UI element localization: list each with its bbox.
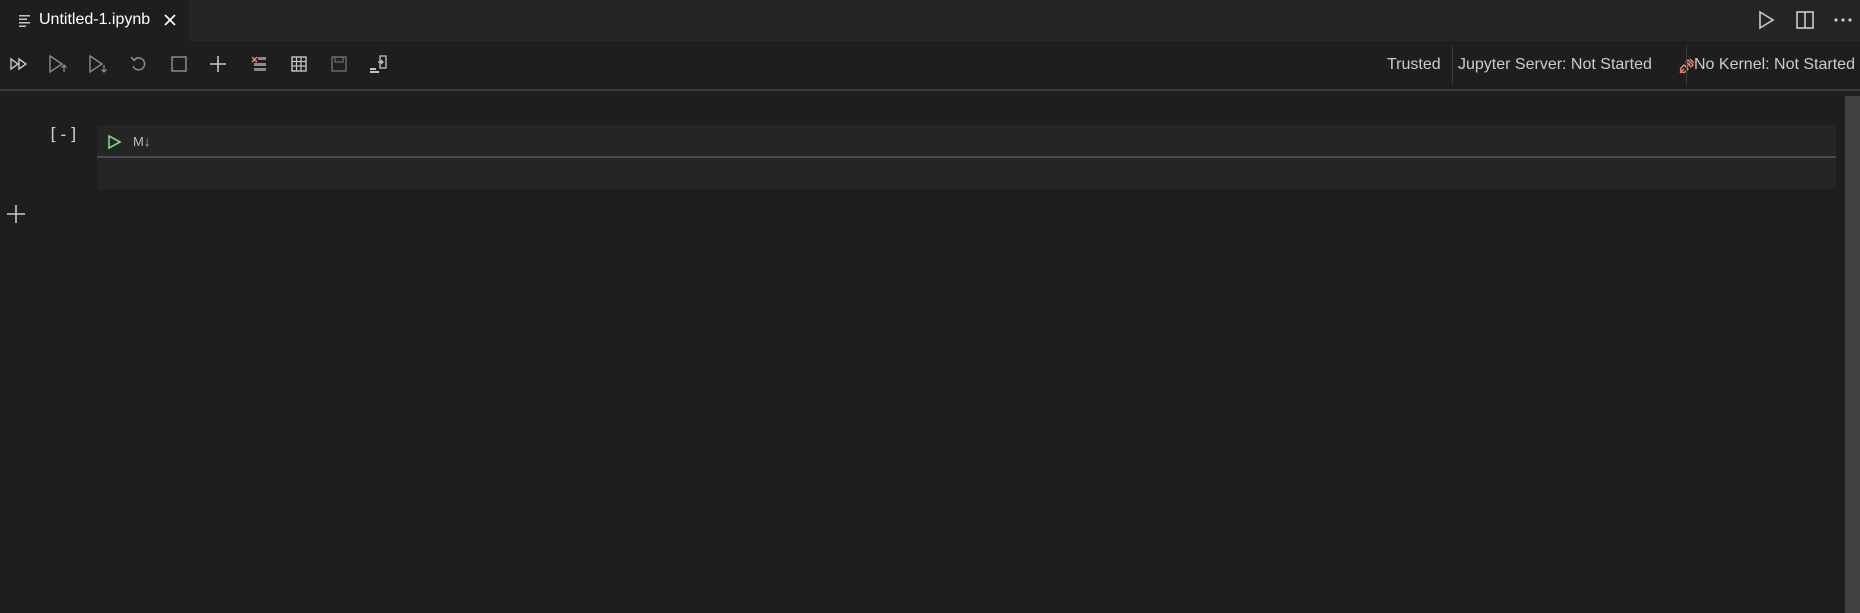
- more-actions-icon[interactable]: [1831, 8, 1855, 32]
- split-editor-icon[interactable]: [1793, 8, 1817, 32]
- run-icon[interactable]: [1754, 8, 1778, 32]
- editor-tab-bar: Untitled-1.ipynb: [0, 0, 1860, 41]
- toolbar-divider: [1686, 45, 1687, 85]
- markdown-cell[interactable]: M↓: [97, 125, 1836, 189]
- cell-editor[interactable]: [97, 158, 1836, 189]
- toolbar-divider: [1452, 45, 1453, 85]
- run-all-icon[interactable]: [8, 53, 30, 75]
- trusted-status[interactable]: Trusted: [1387, 56, 1441, 74]
- markdown-cell-type-label[interactable]: M↓: [133, 134, 150, 149]
- jupyter-server-status[interactable]: Jupyter Server: Not Started: [1458, 56, 1652, 74]
- add-cell-icon[interactable]: [207, 53, 229, 75]
- run-above-icon[interactable]: [47, 53, 69, 75]
- close-icon[interactable]: [160, 10, 180, 30]
- export-icon[interactable]: [368, 53, 390, 75]
- tab-untitled-notebook[interactable]: Untitled-1.ipynb: [0, 0, 189, 41]
- add-cell-icon[interactable]: [5, 203, 27, 225]
- restart-kernel-icon[interactable]: [128, 53, 150, 75]
- interrupt-kernel-icon[interactable]: [168, 53, 190, 75]
- notebook-file-icon: [19, 15, 30, 27]
- variables-icon[interactable]: [288, 53, 310, 75]
- scrollbar-thumb[interactable]: [1845, 96, 1860, 613]
- notebook-toolbar: Trusted Jupyter Server: Not Started No K…: [0, 41, 1860, 91]
- tab-title: Untitled-1.ipynb: [39, 11, 151, 28]
- save-icon[interactable]: [328, 53, 350, 75]
- run-cell-icon[interactable]: [105, 133, 123, 151]
- run-below-icon[interactable]: [87, 53, 109, 75]
- cell-execution-count: [-]: [48, 125, 79, 145]
- clear-outputs-icon[interactable]: [248, 53, 270, 75]
- kernel-status[interactable]: No Kernel: Not Started: [1694, 56, 1855, 74]
